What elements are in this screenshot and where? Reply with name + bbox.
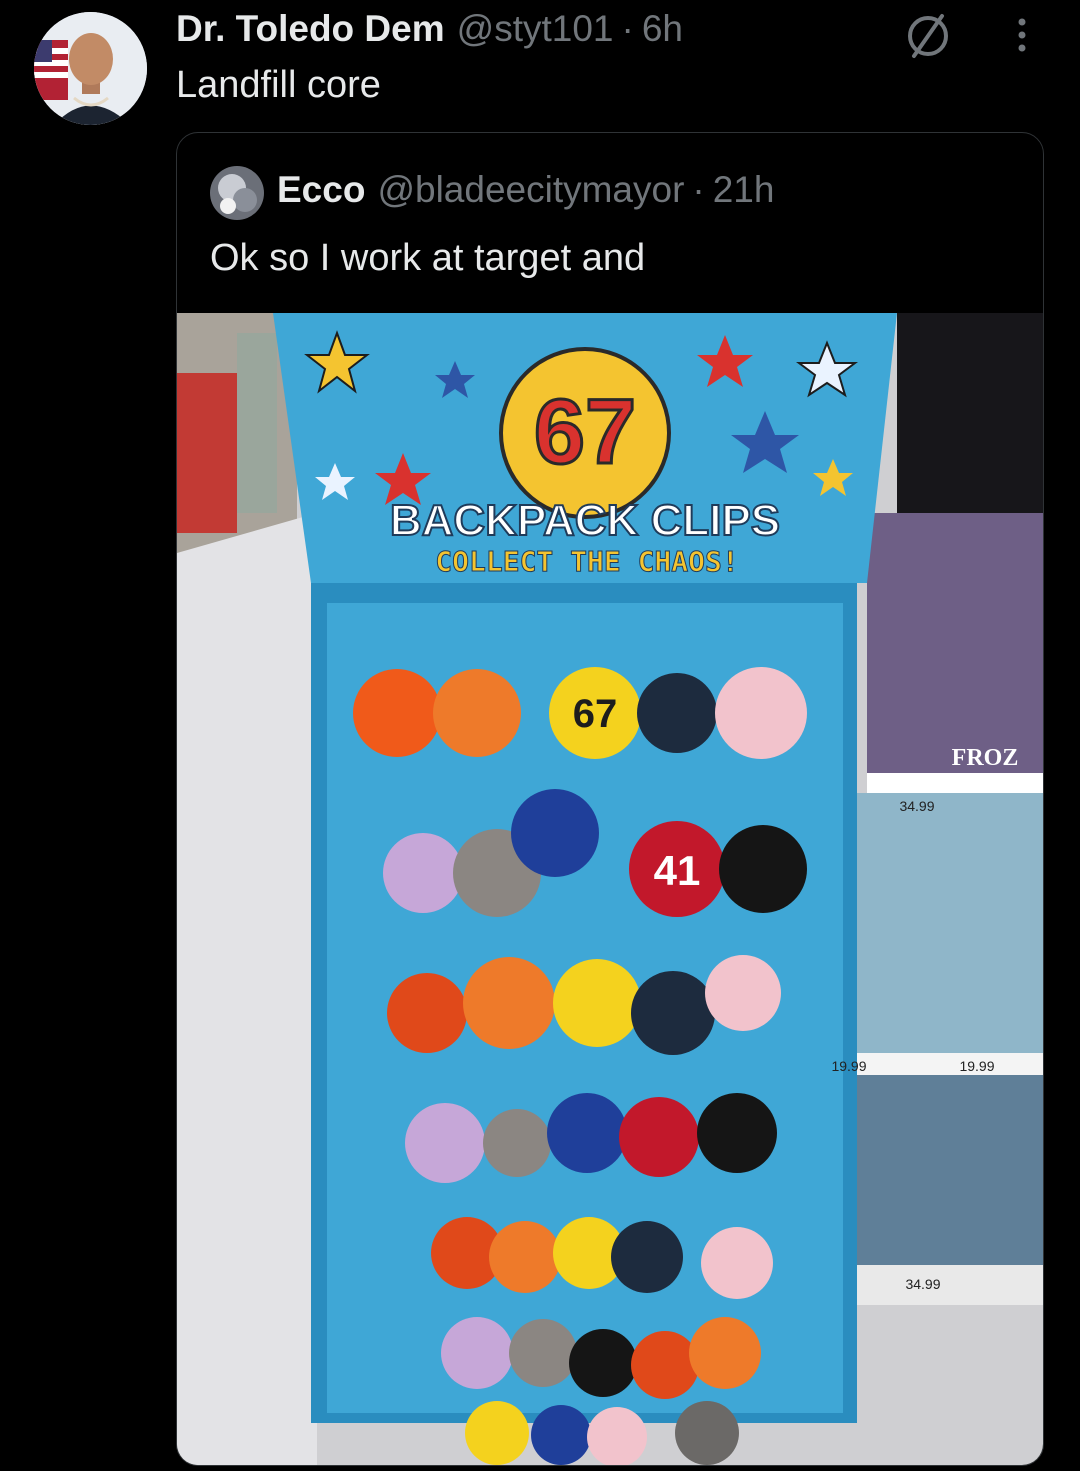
quoted-post[interactable]: Ecco @bladeecitymayor · 21h Ok so I work… <box>176 132 1044 1466</box>
more-vertical-icon[interactable] <box>1002 10 1042 60</box>
sign-subtitle: COLLECT THE CHAOS! <box>435 545 738 578</box>
quoted-author-name[interactable]: Ecco <box>277 169 365 211</box>
plush-number: 41 <box>654 847 701 894</box>
post-text: Landfill core <box>176 64 381 106</box>
sign-title: BACKPACK CLIPS <box>390 496 780 545</box>
header-separator: · <box>621 8 634 49</box>
post: Dr. Toledo Dem @styt101 · 6h Landfill co… <box>0 0 1080 1471</box>
quoted-post-text: Ok so I work at target and <box>210 237 646 279</box>
quoted-header-separator: · <box>692 169 705 210</box>
post-timestamp[interactable]: 6h <box>642 8 683 50</box>
price-tag: 19.99 <box>831 1058 866 1074</box>
author-name[interactable]: Dr. Toledo Dem <box>176 8 445 50</box>
post-header: Dr. Toledo Dem @styt101 · 6h <box>176 8 683 58</box>
author-avatar[interactable] <box>34 12 147 125</box>
quoted-post-header: Ecco @bladeecitymayor · 21h <box>277 169 774 211</box>
plush-number: 67 <box>573 692 618 736</box>
author-handle[interactable]: @styt101 <box>457 8 614 50</box>
quoted-author-avatar[interactable] <box>210 166 264 220</box>
quoted-author-handle[interactable]: @bladeecitymayor <box>377 169 684 211</box>
price-tag: 34.99 <box>905 1276 940 1292</box>
quoted-post-photo[interactable]: 67 BACKPACK CLIPS COLLECT THE CHAOS! 67 … <box>177 313 1043 1465</box>
price-tag: 34.99 <box>899 798 934 814</box>
quoted-post-timestamp[interactable]: 21h <box>713 169 775 211</box>
sign-number: 67 <box>534 381 636 483</box>
price-tag: 19.99 <box>959 1058 994 1074</box>
slash-circle-icon[interactable] <box>900 6 956 62</box>
shelf-label: FROZ <box>952 745 1019 771</box>
